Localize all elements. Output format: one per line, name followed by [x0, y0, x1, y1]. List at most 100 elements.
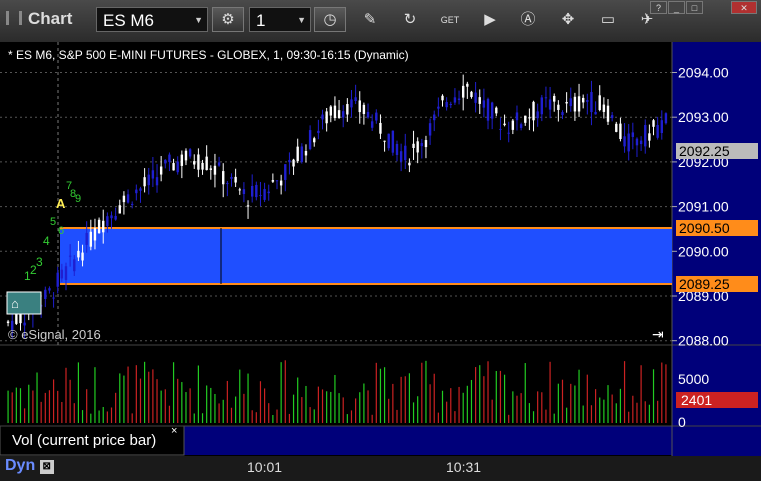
candle-body[interactable] — [48, 288, 51, 291]
candle-body[interactable] — [85, 232, 88, 245]
candle-body[interactable] — [379, 122, 382, 134]
candle-body[interactable] — [60, 269, 64, 279]
candle-body[interactable] — [598, 95, 601, 111]
candle-body[interactable] — [304, 150, 308, 156]
candle-body[interactable] — [337, 110, 341, 118]
candle-body[interactable] — [342, 111, 345, 118]
candle-body[interactable] — [143, 177, 146, 187]
candle-body[interactable] — [135, 189, 138, 194]
lock-icon[interactable]: ⊠ — [39, 460, 54, 474]
candle-body[interactable] — [544, 97, 548, 99]
candle-body[interactable] — [188, 149, 192, 157]
candle-body[interactable] — [147, 174, 150, 186]
candle-body[interactable] — [313, 138, 316, 143]
candle-body[interactable] — [482, 100, 486, 108]
candle-body[interactable] — [89, 231, 93, 247]
candle-body[interactable] — [635, 138, 639, 146]
candle-body[interactable] — [594, 111, 597, 115]
candle-body[interactable] — [577, 96, 581, 112]
candle-body[interactable] — [424, 140, 428, 148]
refresh-icon[interactable]: ↻ — [400, 10, 420, 30]
candle-body[interactable] — [284, 164, 287, 180]
candle-body[interactable] — [507, 132, 510, 134]
candle-body[interactable] — [553, 95, 556, 102]
candle-body[interactable] — [495, 107, 498, 114]
candle-body[interactable] — [97, 219, 101, 234]
play-icon[interactable]: ▶ — [480, 10, 500, 30]
get-icon[interactable]: GET — [440, 10, 460, 30]
candle-body[interactable] — [77, 250, 80, 258]
candle-body[interactable] — [246, 205, 250, 207]
tools-icon[interactable]: ✥ — [558, 10, 578, 30]
candle-body[interactable] — [44, 289, 47, 300]
candle-body[interactable] — [23, 322, 26, 326]
candle-body[interactable] — [201, 162, 204, 170]
candle-body[interactable] — [660, 120, 663, 134]
candle-body[interactable] — [461, 85, 465, 98]
candle-body[interactable] — [354, 97, 357, 101]
candle-body[interactable] — [428, 123, 432, 136]
candle-body[interactable] — [503, 123, 506, 126]
candle-body[interactable] — [453, 97, 457, 103]
candle-body[interactable] — [296, 146, 299, 162]
candle-body[interactable] — [292, 159, 295, 167]
candle-body[interactable] — [350, 99, 353, 108]
candle-body[interactable] — [627, 133, 630, 152]
candle-body[interactable] — [321, 114, 324, 120]
candle-body[interactable] — [255, 184, 258, 198]
candle-body[interactable] — [656, 124, 659, 138]
candle-body[interactable] — [193, 161, 196, 165]
candle-body[interactable] — [180, 154, 184, 166]
candle-body[interactable] — [557, 104, 560, 110]
settings-gear-icon[interactable]: ⚙ — [212, 7, 244, 32]
candle-body[interactable] — [308, 130, 312, 150]
candle-body[interactable] — [172, 163, 175, 171]
candle-body[interactable] — [623, 136, 626, 147]
candle-body[interactable] — [445, 102, 448, 108]
candle-body[interactable] — [56, 272, 59, 287]
candle-body[interactable] — [230, 177, 233, 179]
clock-icon[interactable]: ◷ — [314, 7, 346, 32]
candle-body[interactable] — [408, 162, 411, 166]
candle-body[interactable] — [222, 171, 225, 185]
candle-body[interactable] — [486, 98, 490, 121]
candle-body[interactable] — [548, 99, 552, 110]
candle-body[interactable] — [606, 105, 610, 122]
candle-body[interactable] — [118, 205, 121, 214]
candle-body[interactable] — [416, 141, 419, 153]
candle-body[interactable] — [478, 97, 481, 104]
candle-body[interactable] — [532, 101, 535, 121]
candle-body[interactable] — [122, 195, 126, 203]
candle-body[interactable] — [644, 125, 647, 147]
candle-body[interactable] — [329, 106, 332, 116]
candle-body[interactable] — [19, 313, 22, 324]
candle-body[interactable] — [515, 112, 519, 121]
candle-body[interactable] — [73, 259, 76, 272]
candle-body[interactable] — [383, 140, 386, 142]
candle-body[interactable] — [159, 166, 163, 175]
price-range-band[interactable] — [60, 228, 672, 284]
candle-body[interactable] — [346, 104, 349, 115]
candle-body[interactable] — [449, 103, 452, 105]
candle-body[interactable] — [168, 154, 171, 162]
candle-body[interactable] — [259, 195, 262, 197]
candle-body[interactable] — [93, 228, 97, 241]
candle-body[interactable] — [267, 191, 270, 194]
candle-body[interactable] — [602, 104, 606, 112]
candle-body[interactable] — [581, 97, 585, 103]
candle-body[interactable] — [652, 120, 655, 127]
close-icon[interactable]: × — [171, 425, 177, 437]
candle-body[interactable] — [610, 115, 614, 119]
candle-body[interactable] — [139, 188, 142, 191]
help-button[interactable]: ? — [650, 1, 667, 14]
candle-body[interactable] — [370, 121, 374, 128]
candle-body[interactable] — [420, 143, 424, 147]
candle-body[interactable] — [114, 215, 117, 220]
candle-body[interactable] — [573, 96, 577, 112]
candle-body[interactable] — [333, 105, 337, 119]
candle-body[interactable] — [561, 112, 564, 116]
candle-body[interactable] — [226, 183, 229, 185]
pencil-icon[interactable]: ✎ — [360, 10, 380, 30]
candle-body[interactable] — [366, 111, 370, 118]
candle-body[interactable] — [279, 180, 283, 186]
